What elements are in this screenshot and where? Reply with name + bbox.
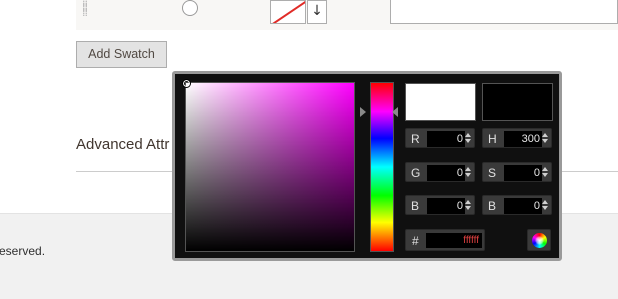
new-color-preview <box>405 83 476 121</box>
blue-input[interactable]: 0 <box>427 198 465 214</box>
saturation-field: S 0 <box>482 162 552 182</box>
blue-label: B <box>411 199 420 213</box>
swatch-dropdown-button[interactable]: ↓ <box>307 0 327 24</box>
green-spinner-icon[interactable] <box>465 167 471 179</box>
hue-input[interactable]: 300 <box>504 131 542 147</box>
red-label: R <box>411 132 420 146</box>
color-wheel-icon <box>532 233 547 248</box>
blue-field: B 0 <box>405 195 475 215</box>
advanced-attribute-properties-toggle[interactable]: Advanced Attr <box>76 136 169 153</box>
brightness-input[interactable]: 0 <box>504 198 542 214</box>
default-radio[interactable] <box>182 0 198 16</box>
blue-spinner-icon[interactable] <box>465 200 471 212</box>
swatch-preview[interactable] <box>270 0 306 24</box>
red-spinner-icon[interactable] <box>465 133 471 145</box>
saturation-brightness-area[interactable] <box>182 79 355 252</box>
saturation-spinner-icon[interactable] <box>542 167 548 179</box>
green-input[interactable]: 0 <box>427 165 465 181</box>
saturation-cursor[interactable] <box>182 79 191 88</box>
footer-copyright-text: eserved. <box>0 244 46 258</box>
apply-color-button[interactable] <box>527 229 551 251</box>
brightness-spinner-icon[interactable] <box>542 200 548 212</box>
color-picker: R 0 G 0 B 0 H 300 S 0 B 0 # ffffff <box>172 71 562 261</box>
brightness-label: B <box>488 199 497 213</box>
hex-input[interactable]: ffffff <box>426 233 482 248</box>
arrow-down-icon: ↓ <box>311 3 323 19</box>
swatch-label-input[interactable] <box>390 0 618 24</box>
add-swatch-button[interactable]: Add Swatch <box>76 41 167 68</box>
red-field: R 0 <box>405 128 475 148</box>
hex-field: # ffffff <box>405 229 485 251</box>
hue-pointer-right-icon[interactable] <box>392 107 398 117</box>
hue-slider[interactable] <box>370 82 394 252</box>
hex-label: # <box>412 234 419 248</box>
saturation-label: S <box>488 166 497 180</box>
red-input[interactable]: 0 <box>427 131 465 147</box>
current-color-preview[interactable] <box>482 83 553 121</box>
green-label: G <box>411 166 421 180</box>
saturation-input[interactable]: 0 <box>504 165 542 181</box>
hue-spinner-icon[interactable] <box>542 133 548 145</box>
hue-field: H 300 <box>482 128 552 148</box>
no-color-slash-icon <box>271 1 305 23</box>
green-field: G 0 <box>405 162 475 182</box>
drag-handle-icon[interactable]: ⁞⁞ ⁞⁞ ⁞⁞ <box>82 0 94 18</box>
hue-pointer-left-icon[interactable] <box>360 107 366 117</box>
hue-label: H <box>488 132 497 146</box>
brightness-field: B 0 <box>482 195 552 215</box>
